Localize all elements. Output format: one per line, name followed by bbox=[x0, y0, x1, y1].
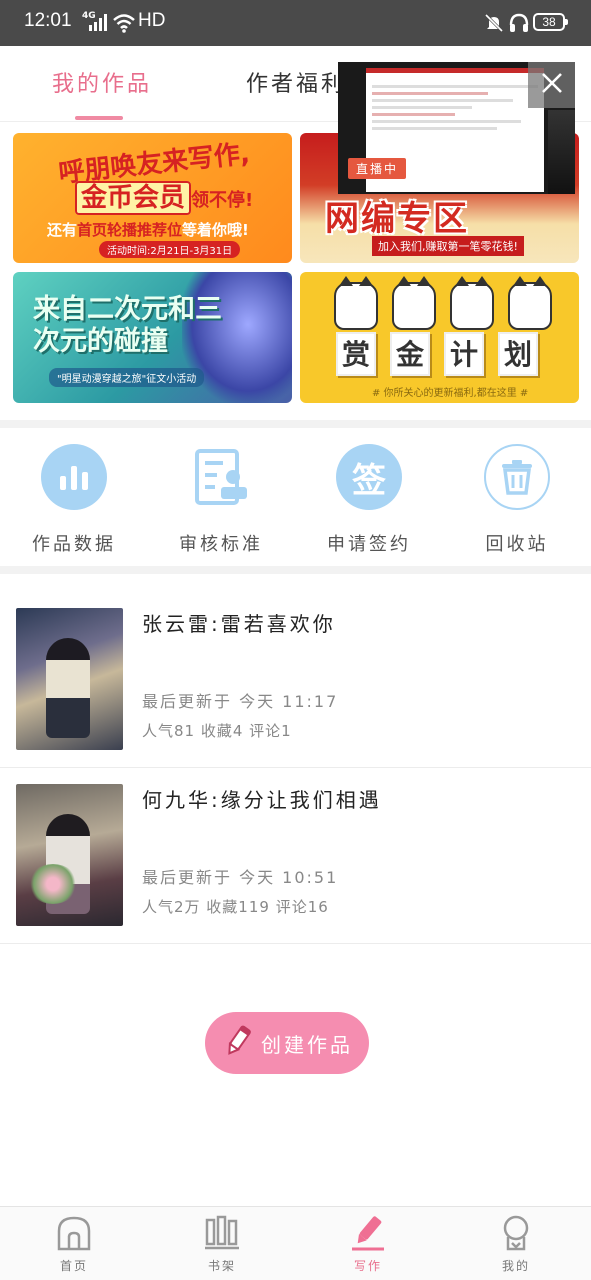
live-badge: 直播中 bbox=[348, 158, 407, 179]
wifi-icon bbox=[112, 13, 136, 37]
action-label: 回收站 bbox=[485, 534, 549, 555]
title-char: 赏 bbox=[336, 332, 376, 376]
work-title: 何九华:缘分让我们相遇 bbox=[142, 788, 382, 812]
action-work-data[interactable]: 作品数据 bbox=[14, 444, 134, 556]
title-char: 划 bbox=[498, 332, 538, 376]
banner-3-subtitle: "明星动漫穿越之旅"征文小活动 bbox=[49, 368, 205, 387]
headset-icon bbox=[508, 12, 530, 38]
cat-icon bbox=[450, 276, 494, 330]
action-apply-contract[interactable]: 签 申请签约 bbox=[309, 444, 429, 556]
bookshelf-icon bbox=[204, 1215, 240, 1255]
status-bar: 12:01 4G HD 38 bbox=[0, 0, 591, 46]
tab-my-works[interactable]: 我的作品 bbox=[52, 66, 152, 98]
home-icon bbox=[56, 1216, 92, 1255]
work-item[interactable]: 何九华:缘分让我们相遇 最后更新于 今天 10:51 人气2万 收藏119 评论… bbox=[0, 768, 591, 944]
video-sidebar bbox=[548, 110, 575, 194]
bottom-navigation: 首页 书架 写作 我的 bbox=[0, 1206, 591, 1280]
cover-flowers bbox=[28, 864, 78, 904]
work-cover-image bbox=[16, 784, 123, 926]
document-stamp-icon bbox=[188, 444, 254, 510]
nav-home[interactable]: 首页 bbox=[29, 1215, 119, 1274]
title-char: 计 bbox=[444, 332, 484, 376]
nav-bookshelf[interactable]: 书架 bbox=[177, 1215, 267, 1274]
nav-label: 写作 bbox=[353, 1259, 382, 1273]
quick-actions: 作品数据 审核标准 签 申请签约 回收站 bbox=[0, 428, 591, 566]
nav-label: 我的 bbox=[501, 1259, 530, 1273]
battery-indicator: 38 bbox=[533, 13, 568, 31]
nav-label: 首页 bbox=[59, 1259, 88, 1273]
banner-1-coin-text: 金币会员 bbox=[75, 181, 192, 215]
cat-icon bbox=[508, 276, 552, 330]
section-divider bbox=[0, 420, 591, 428]
banner-2-subtitle: 加入我们,赚取第一笔零花钱! bbox=[372, 236, 524, 256]
create-work-label: 创建作品 bbox=[261, 1032, 353, 1057]
floating-live-video[interactable]: 直播中 bbox=[338, 62, 575, 194]
signal-icon bbox=[88, 14, 108, 36]
work-cover-image bbox=[16, 608, 123, 750]
title-char: 金 bbox=[390, 332, 430, 376]
action-review-standard[interactable]: 审核标准 bbox=[161, 444, 281, 556]
profile-icon bbox=[498, 1215, 534, 1255]
trash-icon bbox=[484, 444, 550, 510]
sign-glyph: 签 bbox=[352, 460, 386, 501]
action-label: 作品数据 bbox=[32, 534, 116, 555]
cat-icon bbox=[334, 276, 378, 330]
action-label: 审核标准 bbox=[179, 534, 263, 555]
banner-4-subtitle: # 你所关心的更新福利,都在这里 # bbox=[372, 388, 529, 399]
banner-1-line2-rest: 领不停! bbox=[191, 190, 254, 211]
sign-icon: 签 bbox=[336, 444, 402, 510]
work-updated: 最后更新于 今天 11:17 bbox=[142, 692, 339, 711]
action-recycle-bin[interactable]: 回收站 bbox=[457, 444, 577, 556]
bar-chart-icon bbox=[41, 444, 107, 510]
banner-dimension-collision[interactable]: 来自二次元和三次元的碰撞 "明星动漫穿越之旅"征文小活动 bbox=[13, 272, 292, 403]
hd-indicator: HD bbox=[138, 10, 166, 31]
tab-indicator bbox=[75, 116, 123, 120]
work-item[interactable]: 张云雷:雷若喜欢你 最后更新于 今天 11:17 人气81 收藏4 评论1 bbox=[0, 592, 591, 768]
nav-profile[interactable]: 我的 bbox=[471, 1215, 561, 1274]
banner-3-title: 来自二次元和三次元的碰撞 bbox=[33, 294, 222, 357]
cover-figure bbox=[46, 638, 90, 738]
banner-invite-friends[interactable]: 呼朋唤友来写作, 金币会员 领不停! 还有首页轮播推荐位等着你哦! 活动时间:2月… bbox=[13, 133, 292, 263]
close-video-button[interactable] bbox=[528, 62, 575, 108]
mute-bell-icon bbox=[484, 13, 504, 37]
nav-write[interactable]: 写作 bbox=[323, 1215, 413, 1274]
pencil-icon bbox=[350, 1216, 386, 1255]
action-label: 申请签约 bbox=[327, 534, 411, 555]
tab-author-benefits[interactable]: 作者福利 bbox=[246, 66, 346, 98]
section-divider bbox=[0, 566, 591, 574]
work-updated: 最后更新于 今天 10:51 bbox=[142, 868, 339, 887]
work-title: 张云雷:雷若喜欢你 bbox=[142, 612, 336, 636]
banner-1-line2: 金币会员 领不停! bbox=[75, 177, 254, 215]
banner-2-title: 网编专区 bbox=[325, 199, 469, 239]
close-icon bbox=[540, 71, 564, 99]
cat-icon bbox=[392, 276, 436, 330]
banner-1-dates: 活动时间:2月21日-3月31日 bbox=[99, 241, 241, 258]
pencil-icon bbox=[223, 1024, 253, 1063]
status-time: 12:01 bbox=[24, 10, 72, 31]
banner-1-line3: 还有首页轮播推荐位等着你哦! bbox=[47, 219, 249, 240]
nav-label: 书架 bbox=[207, 1259, 236, 1273]
work-stats: 人气2万 收藏119 评论16 bbox=[142, 898, 329, 916]
banner-reward-plan[interactable]: 赏金计划 # 你所关心的更新福利,都在这里 # bbox=[300, 272, 579, 403]
banner-4-title: 赏金计划 bbox=[336, 332, 552, 376]
create-work-button[interactable]: 创建作品 bbox=[205, 1012, 369, 1074]
banner-1-line3-highlight: 首页轮播推荐位 bbox=[77, 221, 183, 239]
work-stats: 人气81 收藏4 评论1 bbox=[142, 722, 292, 740]
banner-1-line3-b: 等着你哦! bbox=[182, 221, 249, 239]
banner-1-line3-a: 还有 bbox=[47, 221, 78, 239]
